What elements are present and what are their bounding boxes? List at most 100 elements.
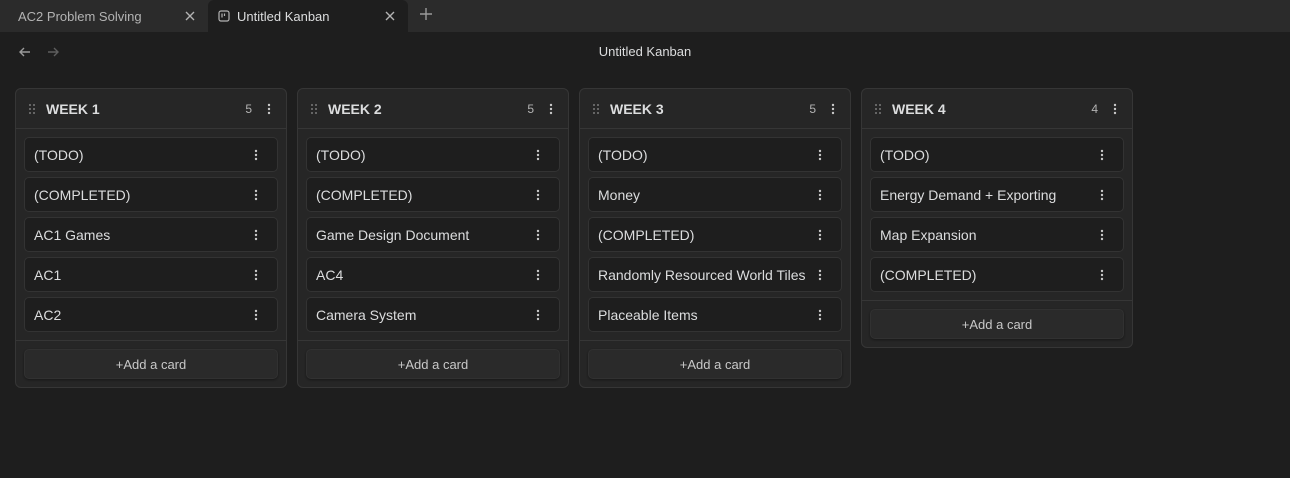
card[interactable]: (COMPLETED) bbox=[24, 177, 278, 212]
close-icon[interactable] bbox=[182, 8, 198, 24]
tab-label: AC2 Problem Solving bbox=[18, 8, 142, 24]
card[interactable]: AC1 Games bbox=[24, 217, 278, 252]
card-title: Game Design Document bbox=[316, 226, 470, 243]
more-vertical-icon[interactable] bbox=[249, 187, 263, 203]
tab-bar: AC2 Problem Solving Untitled Kanban bbox=[0, 0, 1290, 32]
add-card-button[interactable]: +Add a card bbox=[24, 349, 278, 379]
card[interactable]: (COMPLETED) bbox=[870, 257, 1124, 292]
card-title: (COMPLETED) bbox=[34, 186, 131, 203]
grip-icon[interactable] bbox=[592, 102, 602, 116]
card[interactable]: Map Expansion bbox=[870, 217, 1124, 252]
card-title: (COMPLETED) bbox=[598, 226, 695, 243]
card-title: Money bbox=[598, 186, 641, 203]
lane-title[interactable]: WEEK 3 bbox=[610, 101, 809, 117]
card-title: (TODO) bbox=[316, 146, 366, 163]
more-vertical-icon[interactable] bbox=[262, 101, 276, 117]
page-title: Untitled Kanban bbox=[598, 44, 692, 59]
more-vertical-icon[interactable] bbox=[813, 227, 827, 243]
new-tab-button[interactable] bbox=[408, 0, 444, 32]
card-title: AC2 bbox=[34, 306, 62, 323]
card[interactable]: Randomly Resourced World Tiles bbox=[588, 257, 842, 292]
more-vertical-icon[interactable] bbox=[544, 101, 558, 117]
card[interactable]: (TODO) bbox=[588, 137, 842, 172]
card[interactable]: Placeable Items bbox=[588, 297, 842, 332]
more-vertical-icon[interactable] bbox=[531, 227, 545, 243]
more-vertical-icon[interactable] bbox=[531, 147, 545, 163]
lane-week-4: WEEK 4 4 (TODO) Energy Demand + Exportin… bbox=[861, 88, 1133, 348]
more-vertical-icon[interactable] bbox=[531, 187, 545, 203]
lane-title[interactable]: WEEK 4 bbox=[892, 101, 1091, 117]
more-vertical-icon[interactable] bbox=[531, 307, 545, 323]
card-title: Randomly Resourced World Tiles bbox=[598, 266, 806, 283]
card-list: (TODO) Energy Demand + Exporting Map Exp… bbox=[862, 129, 1132, 301]
lane-header: WEEK 1 5 bbox=[16, 89, 286, 129]
card-title: Placeable Items bbox=[598, 306, 698, 323]
card-list: (TODO) (COMPLETED) Game Design Document … bbox=[298, 129, 568, 341]
card[interactable]: (TODO) bbox=[306, 137, 560, 172]
lane-count: 4 bbox=[1091, 101, 1098, 116]
tab-ac2-problem-solving[interactable]: AC2 Problem Solving bbox=[0, 0, 208, 32]
card-title: AC1 Games bbox=[34, 226, 111, 243]
more-vertical-icon[interactable] bbox=[1095, 147, 1109, 163]
add-card-button[interactable]: +Add a card bbox=[870, 309, 1124, 339]
lane-header: WEEK 2 5 bbox=[298, 89, 568, 129]
more-vertical-icon[interactable] bbox=[1095, 227, 1109, 243]
add-card-area: +Add a card bbox=[298, 341, 568, 387]
card[interactable]: Camera System bbox=[306, 297, 560, 332]
more-vertical-icon[interactable] bbox=[813, 147, 827, 163]
lane-week-2: WEEK 2 5 (TODO) (COMPLETED) Game Design … bbox=[297, 88, 569, 388]
kanban-board: WEEK 1 5 (TODO) (COMPLETED) AC1 Games AC… bbox=[15, 88, 1133, 388]
card-title: (COMPLETED) bbox=[316, 186, 413, 203]
card[interactable]: (COMPLETED) bbox=[588, 217, 842, 252]
card[interactable]: (TODO) bbox=[24, 137, 278, 172]
more-vertical-icon[interactable] bbox=[249, 307, 263, 323]
kanban-icon bbox=[218, 10, 230, 22]
more-vertical-icon[interactable] bbox=[826, 101, 840, 117]
lane-title[interactable]: WEEK 2 bbox=[328, 101, 527, 117]
card-list: (TODO) (COMPLETED) AC1 Games AC1 AC2 bbox=[16, 129, 286, 341]
card-title: AC4 bbox=[316, 266, 344, 283]
more-vertical-icon[interactable] bbox=[813, 267, 827, 283]
tab-untitled-kanban[interactable]: Untitled Kanban bbox=[208, 0, 408, 32]
close-icon[interactable] bbox=[382, 8, 398, 24]
card[interactable]: AC1 bbox=[24, 257, 278, 292]
card[interactable]: (TODO) bbox=[870, 137, 1124, 172]
add-card-button[interactable]: +Add a card bbox=[588, 349, 842, 379]
grip-icon[interactable] bbox=[874, 102, 884, 116]
card[interactable]: (COMPLETED) bbox=[306, 177, 560, 212]
card[interactable]: Energy Demand + Exporting bbox=[870, 177, 1124, 212]
more-vertical-icon[interactable] bbox=[531, 267, 545, 283]
card-title: (TODO) bbox=[34, 146, 84, 163]
more-vertical-icon[interactable] bbox=[1108, 101, 1122, 117]
view-header: Untitled Kanban bbox=[0, 32, 1290, 72]
card[interactable]: AC4 bbox=[306, 257, 560, 292]
lane-week-1: WEEK 1 5 (TODO) (COMPLETED) AC1 Games AC… bbox=[15, 88, 287, 388]
lane-count: 5 bbox=[245, 101, 252, 116]
add-card-button[interactable]: +Add a card bbox=[306, 349, 560, 379]
card-title: Energy Demand + Exporting bbox=[880, 186, 1057, 203]
grip-icon[interactable] bbox=[28, 102, 38, 116]
lane-title[interactable]: WEEK 1 bbox=[46, 101, 245, 117]
more-vertical-icon[interactable] bbox=[249, 227, 263, 243]
card[interactable]: AC2 bbox=[24, 297, 278, 332]
more-vertical-icon[interactable] bbox=[249, 147, 263, 163]
more-vertical-icon[interactable] bbox=[813, 187, 827, 203]
card[interactable]: Money bbox=[588, 177, 842, 212]
card-title: Map Expansion bbox=[880, 226, 977, 243]
card-title: Camera System bbox=[316, 306, 417, 323]
card-list: (TODO) Money (COMPLETED) Randomly Resour… bbox=[580, 129, 850, 341]
card[interactable]: Game Design Document bbox=[306, 217, 560, 252]
grip-icon[interactable] bbox=[310, 102, 320, 116]
more-vertical-icon[interactable] bbox=[1095, 267, 1109, 283]
lane-header: WEEK 3 5 bbox=[580, 89, 850, 129]
card-title: (TODO) bbox=[880, 146, 930, 163]
card-title: AC1 bbox=[34, 266, 62, 283]
plus-icon bbox=[419, 7, 433, 26]
more-vertical-icon[interactable] bbox=[249, 267, 263, 283]
add-card-area: +Add a card bbox=[580, 341, 850, 387]
lane-count: 5 bbox=[809, 101, 816, 116]
add-card-area: +Add a card bbox=[16, 341, 286, 387]
more-vertical-icon[interactable] bbox=[1095, 187, 1109, 203]
more-vertical-icon[interactable] bbox=[813, 307, 827, 323]
card-title: (TODO) bbox=[598, 146, 648, 163]
